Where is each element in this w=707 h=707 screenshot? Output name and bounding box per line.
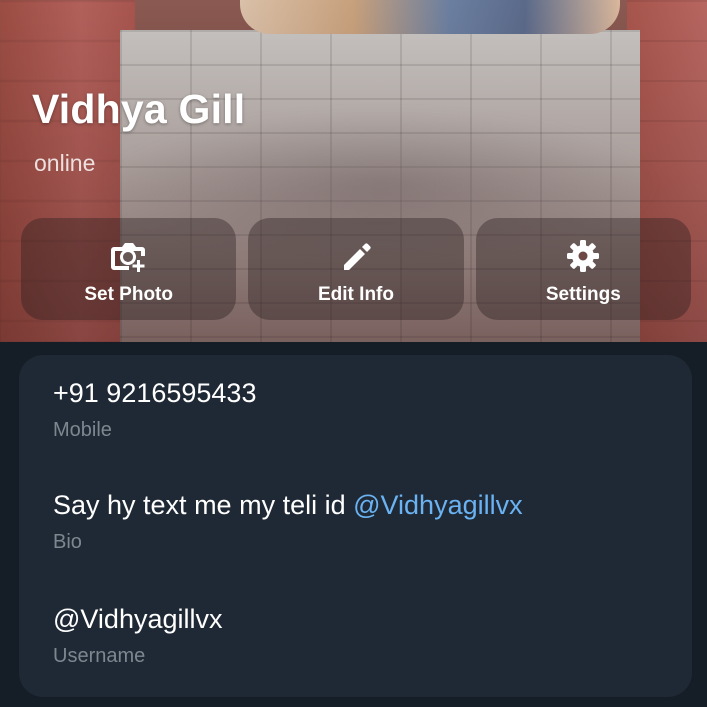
settings-label: Settings — [545, 284, 621, 305]
set-photo-button[interactable]: Set Photo — [21, 218, 237, 320]
bio-text: Say hy text me my teli id — [53, 490, 354, 520]
bio-value: Say hy text me my teli id @Vidhyagillvx — [53, 489, 523, 521]
camera-add-icon — [109, 236, 149, 276]
profile-info-card: +91 9216595433 Mobile Say hy text me my … — [19, 355, 692, 697]
edit-info-label: Edit Info — [318, 284, 394, 305]
edit-info-button[interactable]: Edit Info — [248, 218, 464, 320]
gear-icon — [563, 236, 603, 276]
username-row[interactable]: @Vidhyagillvx Username — [53, 603, 223, 668]
username-value: @Vidhyagillvx — [53, 604, 223, 634]
username-label: Username — [53, 645, 146, 667]
bio-label: Bio — [53, 531, 82, 553]
profile-header: Vidhya Gill online Set Photo Edit Info S… — [0, 0, 707, 342]
pencil-icon — [336, 236, 376, 276]
profile-actions: Set Photo Edit Info Settings — [21, 218, 691, 320]
mobile-value: +91 9216595433 — [53, 378, 257, 408]
bio-mention-link[interactable]: @Vidhyagillvx — [353, 490, 523, 520]
mobile-label: Mobile — [53, 419, 112, 441]
settings-button[interactable]: Settings — [475, 218, 691, 320]
bio-row[interactable]: Say hy text me my teli id @Vidhyagillvx … — [53, 489, 523, 554]
mobile-row[interactable]: +91 9216595433 Mobile — [53, 377, 256, 442]
profile-status: online — [34, 150, 96, 176]
set-photo-label: Set Photo — [84, 284, 173, 305]
profile-name: Vidhya Gill — [32, 86, 246, 132]
